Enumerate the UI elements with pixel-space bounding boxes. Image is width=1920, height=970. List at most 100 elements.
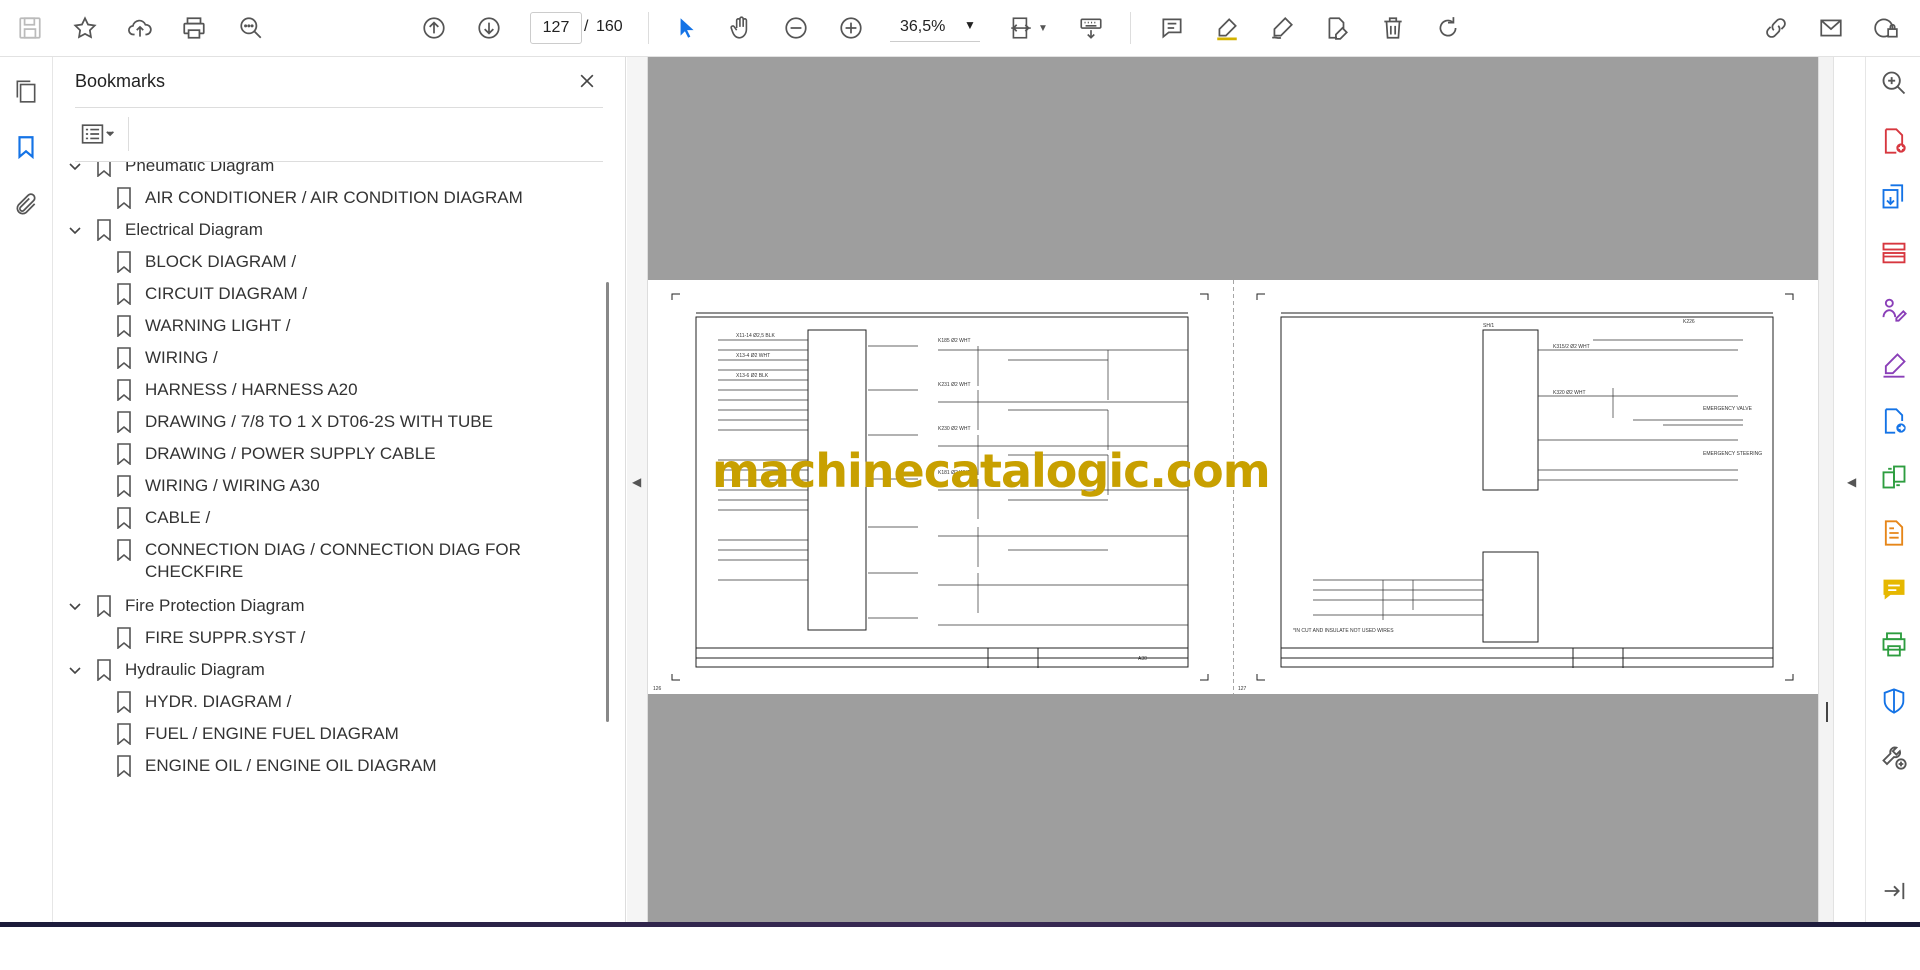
bookmark-item[interactable]: CONNECTION DIAG / CONNECTION DIAG FOR CH… xyxy=(53,536,593,581)
collapse-panel-button[interactable]: ◀ xyxy=(627,57,648,922)
bookmark-label: Fire Protection Diagram xyxy=(125,596,305,615)
close-icon[interactable] xyxy=(573,67,601,95)
create-pdf-icon[interactable] xyxy=(1878,125,1910,157)
organize-pages-icon[interactable] xyxy=(1878,237,1910,269)
bookmark-icon xyxy=(96,659,112,682)
bookmark-icon xyxy=(116,315,132,338)
svg-text:126: 126 xyxy=(653,686,662,692)
email-icon[interactable] xyxy=(1813,10,1849,46)
scrollbar-thumb[interactable] xyxy=(606,282,609,722)
collapse-tools-icon[interactable] xyxy=(1878,875,1910,907)
scroll-position-indicator[interactable] xyxy=(1826,702,1828,722)
bookmark-item[interactable]: CIRCUIT DIAGRAM / xyxy=(53,280,593,310)
watermark-text: machinecatalogic.com xyxy=(712,444,1271,498)
svg-text:EMERGENCY VALVE: EMERGENCY VALVE xyxy=(1703,406,1753,412)
print-icon[interactable] xyxy=(176,10,212,46)
keyboard-scroll-icon[interactable] xyxy=(1073,10,1109,46)
bookmark-label: CIRCUIT DIAGRAM / xyxy=(145,284,308,303)
page-fit-icon[interactable] xyxy=(1003,10,1039,46)
bookmark-item[interactable]: HARNESS / HARNESS A20 xyxy=(53,376,593,406)
main-toolbar: 127 / 160 36,5% ▼ ▼ xyxy=(0,0,1920,57)
save-icon[interactable] xyxy=(12,10,48,46)
chevron-down-icon[interactable]: ▼ xyxy=(1035,10,1051,46)
bookmark-options-button[interactable] xyxy=(75,119,121,149)
chevron-down-icon[interactable] xyxy=(67,222,83,238)
left-navigation-rail xyxy=(0,57,53,922)
bookmark-item[interactable]: CABLE / xyxy=(53,504,593,534)
divider xyxy=(128,117,129,151)
bookmark-item[interactable]: WARNING LIGHT / xyxy=(53,312,593,342)
document-vertical-scrollbar[interactable]: ◀ xyxy=(1818,57,1865,922)
bookmark-group[interactable]: Electrical Diagram xyxy=(53,216,593,246)
chevron-left-icon[interactable]: ◀ xyxy=(1847,475,1856,489)
bookmarks-scrollbar[interactable] xyxy=(605,222,611,722)
zoom-search-icon[interactable] xyxy=(1878,67,1910,99)
bookmark-group[interactable]: Hydraulic Diagram xyxy=(53,656,593,686)
bookmark-group[interactable]: Pneumatic Diagram xyxy=(53,162,593,182)
bookmark-icon xyxy=(116,539,132,562)
chevron-down-icon[interactable]: ▼ xyxy=(964,18,976,32)
edit-text-icon[interactable] xyxy=(1319,10,1355,46)
previous-page-icon[interactable] xyxy=(416,10,452,46)
zoom-in-icon[interactable] xyxy=(833,10,869,46)
tools-rail xyxy=(1865,57,1920,922)
page-number-input[interactable]: 127 xyxy=(530,12,582,44)
bookmark-group[interactable]: Fire Protection Diagram xyxy=(53,592,593,622)
bookmark-item[interactable]: ENGINE OIL / ENGINE OIL DIAGRAM xyxy=(53,752,593,782)
bookmark-item[interactable]: DRAWING / POWER SUPPLY CABLE xyxy=(53,440,593,470)
chevron-down-icon[interactable] xyxy=(67,598,83,614)
svg-text:K226: K226 xyxy=(1683,319,1695,325)
bookmark-item[interactable]: BLOCK DIAGRAM / xyxy=(53,248,593,278)
scan-ocr-icon[interactable] xyxy=(1878,517,1910,549)
bookmark-item[interactable]: AIR CONDITIONER / AIR CONDITION DIAGRAM xyxy=(53,184,593,214)
protect-shield-icon[interactable] xyxy=(1878,685,1910,717)
fill-sign-icon[interactable] xyxy=(1878,349,1910,381)
svg-text:K230 Ø2 WHT: K230 Ø2 WHT xyxy=(938,426,971,432)
bookmark-label: WARNING LIGHT / xyxy=(145,316,291,335)
comment-icon[interactable] xyxy=(1154,10,1190,46)
bookmark-icon xyxy=(116,723,132,746)
select-cursor-icon[interactable] xyxy=(668,10,704,46)
bookmark-item[interactable]: FIRE SUPPR.SYST / xyxy=(53,624,593,654)
bookmarks-panel: Bookmarks Pneumatic Diagram AIR CONDITION… xyxy=(53,57,626,922)
send-for-review-icon[interactable] xyxy=(1878,405,1910,437)
bookmarks-icon[interactable] xyxy=(10,131,42,163)
page-thumbnails-icon[interactable] xyxy=(10,75,42,107)
svg-text:A30: A30 xyxy=(1138,656,1147,662)
hand-tool-icon[interactable] xyxy=(723,10,759,46)
redo-icon[interactable] xyxy=(1430,10,1466,46)
highlight-icon[interactable] xyxy=(1209,10,1245,46)
more-tools-icon[interactable] xyxy=(1878,741,1910,773)
svg-text:K320 Ø2 WHT: K320 Ø2 WHT xyxy=(1553,390,1586,396)
document-view[interactable]: X11-14 Ø2,5 BLK X13-4 Ø2 WHT X13-6 Ø2 BLK… xyxy=(648,57,1818,922)
trash-icon[interactable] xyxy=(1375,10,1411,46)
star-icon[interactable] xyxy=(67,10,103,46)
account-lock-icon[interactable] xyxy=(1868,10,1904,46)
draw-pen-icon[interactable] xyxy=(1264,10,1300,46)
svg-text:K315/2 Ø2 WHT: K315/2 Ø2 WHT xyxy=(1553,344,1590,350)
upload-cloud-icon[interactable] xyxy=(122,10,158,46)
chevron-down-icon[interactable] xyxy=(67,662,83,678)
find-icon[interactable] xyxy=(233,10,269,46)
share-link-icon[interactable] xyxy=(1758,10,1794,46)
export-pdf-icon[interactable] xyxy=(1878,181,1910,213)
svg-text:SH/1: SH/1 xyxy=(1483,323,1494,329)
bookmark-item[interactable]: WIRING / WIRING A30 xyxy=(53,472,593,502)
bookmark-icon xyxy=(116,379,132,402)
bookmark-label: CONNECTION DIAG / CONNECTION DIAG FOR CH… xyxy=(145,540,521,581)
request-signature-icon[interactable] xyxy=(1878,293,1910,325)
bookmark-item[interactable]: WIRING / xyxy=(53,344,593,374)
scroll-track[interactable] xyxy=(1819,57,1834,922)
bookmark-item[interactable]: DRAWING / 7/8 TO 1 X DT06-2S WITH TUBE xyxy=(53,408,593,438)
attachments-icon[interactable] xyxy=(10,189,42,221)
compare-files-icon[interactable] xyxy=(1878,461,1910,493)
chevron-down-icon[interactable] xyxy=(67,162,83,174)
bookmark-label: AIR CONDITIONER / AIR CONDITION DIAGRAM xyxy=(145,188,523,207)
bookmark-item[interactable]: HYDR. DIAGRAM / xyxy=(53,688,593,718)
comment-tool-icon[interactable] xyxy=(1878,573,1910,605)
zoom-out-icon[interactable] xyxy=(778,10,814,46)
bookmark-icon xyxy=(116,691,132,714)
bookmark-item[interactable]: FUEL / ENGINE FUEL DIAGRAM xyxy=(53,720,593,750)
next-page-icon[interactable] xyxy=(471,10,507,46)
print-production-icon[interactable] xyxy=(1878,629,1910,661)
